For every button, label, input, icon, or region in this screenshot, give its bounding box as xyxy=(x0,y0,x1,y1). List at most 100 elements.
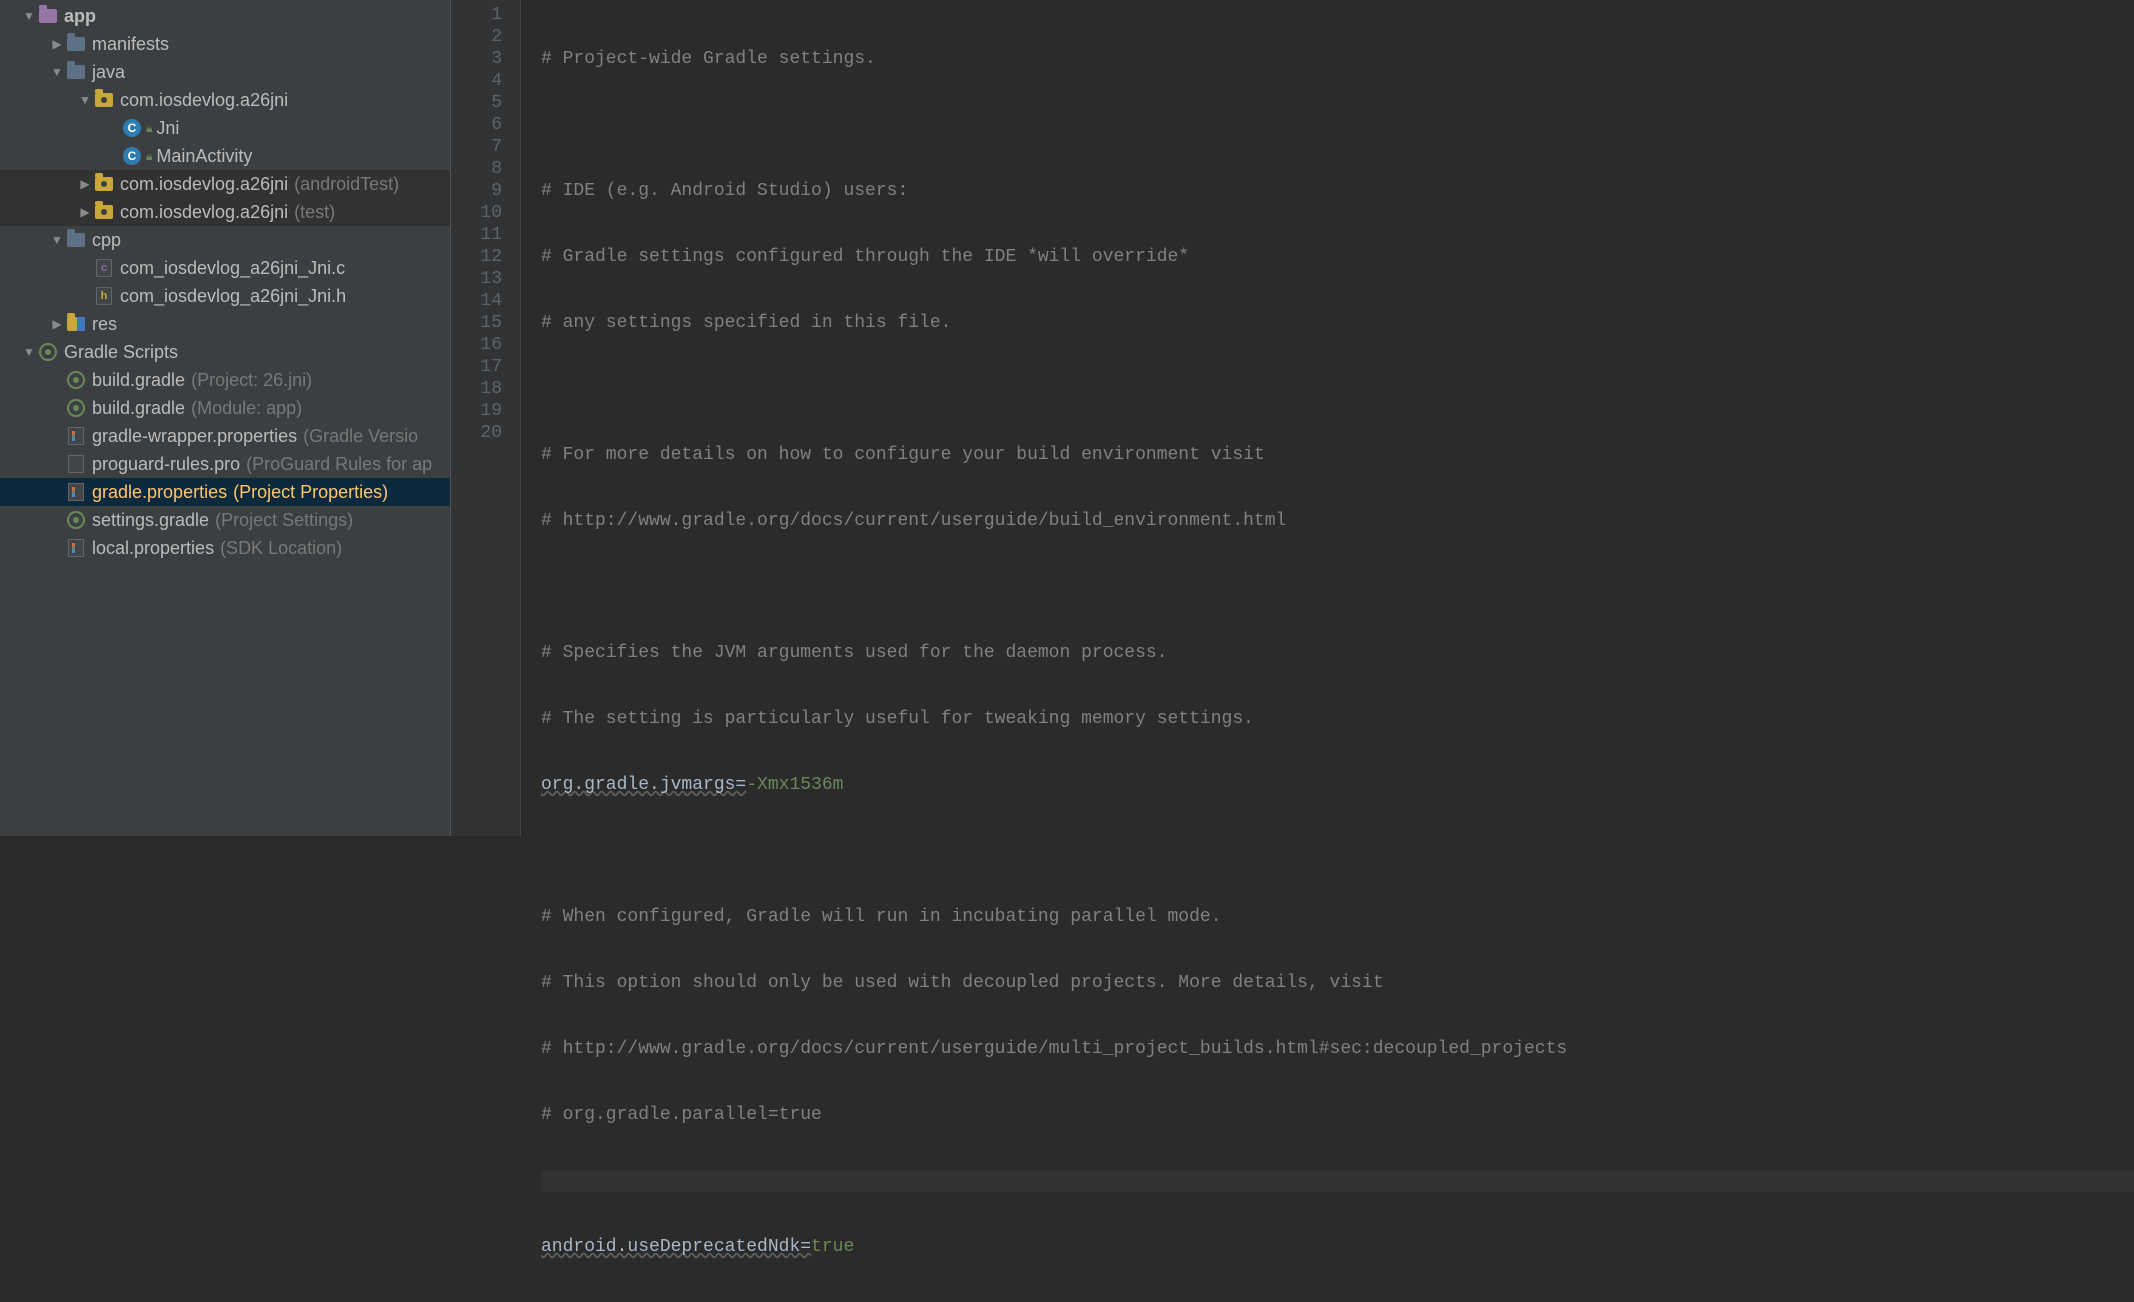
tree-node-res[interactable]: ▶ res xyxy=(0,310,450,338)
tree-label: com.iosdevlog.a26jni xyxy=(120,174,288,195)
code-text: # IDE (e.g. Android Studio) users: xyxy=(541,181,908,201)
line-number[interactable]: 20 xyxy=(451,422,502,444)
line-number[interactable]: 14 xyxy=(451,290,502,312)
editor-content[interactable]: # Project-wide Gradle settings. # IDE (e… xyxy=(521,0,2134,836)
code-text: # For more details on how to configure y… xyxy=(541,445,1265,465)
tree-node-hfile[interactable]: h com_iosdevlog_a26jni_Jni.h xyxy=(0,282,450,310)
line-number[interactable]: 9 xyxy=(451,180,502,202)
expand-down-icon[interactable]: ▼ xyxy=(48,233,66,247)
tree-label: res xyxy=(92,314,117,335)
line-number[interactable]: 19 xyxy=(451,400,502,422)
tree-label: MainActivity xyxy=(156,146,252,167)
properties-file-icon xyxy=(66,482,86,502)
class-icon: C xyxy=(122,118,142,138)
line-number[interactable]: 4 xyxy=(451,70,502,92)
tree-node-settings-gradle[interactable]: settings.gradle (Project Settings) xyxy=(0,506,450,534)
folder-icon xyxy=(66,34,86,54)
tree-node-gradle-scripts[interactable]: ▼ Gradle Scripts xyxy=(0,338,450,366)
line-number[interactable]: 10 xyxy=(451,202,502,224)
line-number[interactable]: 6 xyxy=(451,114,502,136)
line-number[interactable]: 8 xyxy=(451,158,502,180)
line-number[interactable]: 15 xyxy=(451,312,502,334)
tree-node-cpp[interactable]: ▼ cpp xyxy=(0,226,450,254)
tree-label: com.iosdevlog.a26jni xyxy=(120,202,288,223)
h-file-icon: h xyxy=(94,286,114,306)
tree-node-build-gradle-module[interactable]: build.gradle (Module: app) xyxy=(0,394,450,422)
folder-icon xyxy=(66,62,86,82)
line-number[interactable]: 12 xyxy=(451,246,502,268)
tree-node-class-jni[interactable]: C 🔒︎ Jni xyxy=(0,114,450,142)
gradle-icon xyxy=(66,370,86,390)
code-text: # The setting is particularly useful for… xyxy=(541,709,1254,729)
package-icon xyxy=(94,202,114,222)
tree-node-manifests[interactable]: ▶ manifests xyxy=(0,30,450,58)
file-icon xyxy=(66,454,86,474)
expand-right-icon[interactable]: ▶ xyxy=(76,205,94,219)
tree-node-proguard[interactable]: proguard-rules.pro (ProGuard Rules for a… xyxy=(0,450,450,478)
tree-label: settings.gradle xyxy=(92,510,209,531)
properties-file-icon xyxy=(66,426,86,446)
editor-gutter[interactable]: 1234567891011121314151617181920 xyxy=(451,0,521,836)
expand-down-icon[interactable]: ▼ xyxy=(48,65,66,79)
line-number[interactable]: 18 xyxy=(451,378,502,400)
editor-area: 1234567891011121314151617181920 # Projec… xyxy=(450,0,2134,836)
tree-node-build-gradle-project[interactable]: build.gradle (Project: 26.jni) xyxy=(0,366,450,394)
tree-node-java[interactable]: ▼ java xyxy=(0,58,450,86)
lock-icon: 🔒︎ xyxy=(146,149,152,164)
gradle-icon xyxy=(66,398,86,418)
tree-hint: (Gradle Versio xyxy=(303,426,418,447)
tree-label: app xyxy=(64,6,96,27)
tree-label: manifests xyxy=(92,34,169,55)
tree-node-package-main[interactable]: ▼ com.iosdevlog.a26jni xyxy=(0,86,450,114)
expand-right-icon[interactable]: ▶ xyxy=(76,177,94,191)
tree-label: Gradle Scripts xyxy=(64,342,178,363)
code-text: # Specifies the JVM arguments used for t… xyxy=(541,643,1168,663)
tree-hint: (Module: app) xyxy=(191,398,302,419)
tree-node-class-mainactivity[interactable]: C 🔒︎ MainActivity xyxy=(0,142,450,170)
line-number[interactable]: 16 xyxy=(451,334,502,356)
line-number[interactable]: 11 xyxy=(451,224,502,246)
tree-hint: (ProGuard Rules for ap xyxy=(246,454,432,475)
module-folder-icon xyxy=(38,6,58,26)
tree-hint: (SDK Location) xyxy=(220,538,342,559)
tree-node-gradle-properties[interactable]: gradle.properties (Project Properties) xyxy=(0,478,450,506)
expand-down-icon[interactable]: ▼ xyxy=(20,9,38,23)
tree-label: cpp xyxy=(92,230,121,251)
class-icon: C xyxy=(122,146,142,166)
tree-label: build.gradle xyxy=(92,370,185,391)
tree-label: com_iosdevlog_a26jni_Jni.c xyxy=(120,258,345,279)
code-text: # Project-wide Gradle settings. xyxy=(541,49,876,69)
expand-right-icon[interactable]: ▶ xyxy=(48,37,66,51)
line-number[interactable]: 13 xyxy=(451,268,502,290)
line-number[interactable]: 2 xyxy=(451,26,502,48)
line-number[interactable]: 3 xyxy=(451,48,502,70)
tree-hint: (Project Settings) xyxy=(215,510,353,531)
code-text: android.useDeprecatedNdk= xyxy=(541,1237,811,1257)
code-text: true xyxy=(811,1237,854,1257)
res-folder-icon xyxy=(66,314,86,334)
tree-label: com_iosdevlog_a26jni_Jni.h xyxy=(120,286,346,307)
tree-node-local-properties[interactable]: local.properties (SDK Location) xyxy=(0,534,450,562)
code-text: # http://www.gradle.org/docs/current/use… xyxy=(541,511,1286,531)
tree-hint: (Project: 26.jni) xyxy=(191,370,312,391)
c-file-icon: c xyxy=(94,258,114,278)
line-number[interactable]: 1 xyxy=(451,4,502,26)
expand-right-icon[interactable]: ▶ xyxy=(48,317,66,331)
tree-node-package-test[interactable]: ▶ com.iosdevlog.a26jni (test) xyxy=(0,198,450,226)
code-text: -Xmx1536m xyxy=(746,775,843,795)
lock-icon: 🔒︎ xyxy=(146,121,152,136)
tree-node-gradle-wrapper[interactable]: gradle-wrapper.properties (Gradle Versio xyxy=(0,422,450,450)
tree-node-cfile[interactable]: c com_iosdevlog_a26jni_Jni.c xyxy=(0,254,450,282)
code-text: # This option should only be used with d… xyxy=(541,973,1384,993)
line-number[interactable]: 7 xyxy=(451,136,502,158)
expand-down-icon[interactable]: ▼ xyxy=(76,93,94,107)
code-text: # Gradle settings configured through the… xyxy=(541,247,1189,267)
line-number[interactable]: 17 xyxy=(451,356,502,378)
tree-hint: (test) xyxy=(294,202,335,223)
expand-down-icon[interactable]: ▼ xyxy=(20,345,38,359)
package-icon xyxy=(94,174,114,194)
tree-node-package-androidtest[interactable]: ▶ com.iosdevlog.a26jni (androidTest) xyxy=(0,170,450,198)
package-icon xyxy=(94,90,114,110)
line-number[interactable]: 5 xyxy=(451,92,502,114)
tree-node-app[interactable]: ▼ app xyxy=(0,2,450,30)
